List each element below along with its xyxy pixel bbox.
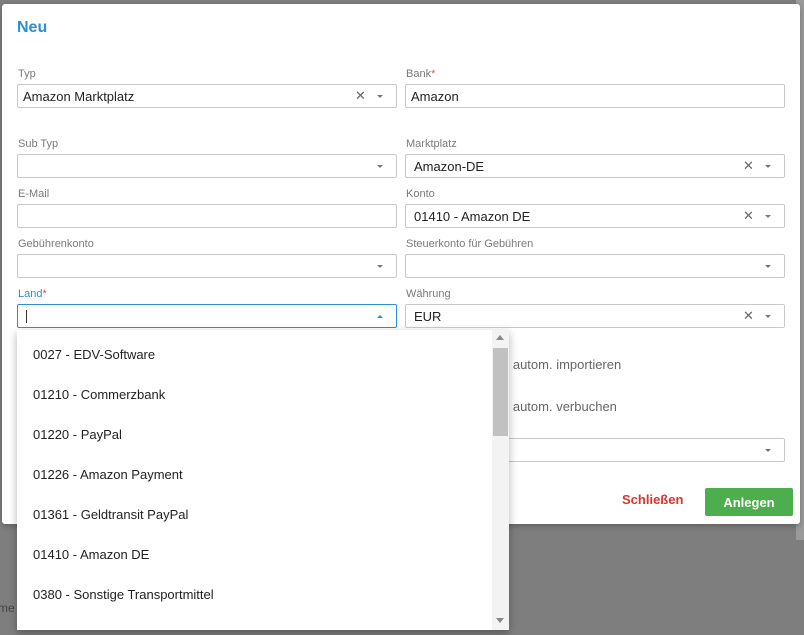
marktplatz-label: Marktplatz: [406, 138, 457, 150]
list-item[interactable]: 0380 - Sonstige Transportmittel: [33, 587, 214, 602]
required-mark: *: [42, 288, 47, 300]
waehrung-value: EUR: [414, 309, 442, 324]
dialog-title: Neu: [17, 19, 48, 36]
scroll-down-icon[interactable]: [496, 618, 504, 623]
background-text-fragment: me: [0, 601, 15, 615]
waehrung-label: Währung: [406, 288, 451, 300]
bank-label: Bank*: [406, 68, 435, 80]
typ-value: Amazon Marktplatz: [23, 89, 135, 104]
gebuehrenkonto-label: Gebührenkonto: [18, 238, 94, 250]
email-label: E-Mail: [18, 188, 49, 200]
list-item[interactable]: 01361 - Geldtransit PayPal: [33, 507, 188, 522]
close-button[interactable]: Schließen: [622, 492, 683, 507]
marktplatz-value: Amazon-DE: [414, 159, 485, 174]
auto-post-label[interactable]: n autom. verbuchen: [502, 399, 617, 414]
clear-icon[interactable]: ✕: [743, 308, 754, 324]
chevron-down-icon[interactable]: [765, 215, 771, 218]
text-cursor: [26, 310, 27, 323]
chevron-down-icon[interactable]: [377, 265, 383, 268]
clear-icon[interactable]: ✕: [743, 158, 754, 174]
chevron-down-icon[interactable]: [765, 265, 771, 268]
land-dropdown-list[interactable]: 0027 - EDV-Software 01210 - Commerzbank …: [17, 330, 509, 630]
typ-label-text: Typ: [18, 68, 36, 80]
auto-import-label[interactable]: n autom. importieren: [502, 357, 621, 372]
waehrung-label-text: Währung: [406, 288, 451, 300]
bank-label-text: Bank: [406, 68, 432, 80]
land-label: Land*: [18, 288, 47, 300]
marktplatz-select[interactable]: Amazon-DE ✕: [405, 154, 785, 178]
required-mark: *: [431, 68, 436, 80]
email-label-text: E-Mail: [18, 188, 50, 200]
steuerkonto-select[interactable]: [405, 254, 785, 278]
bank-input[interactable]: Amazon: [405, 84, 785, 108]
bank-value: Amazon: [411, 89, 459, 104]
marktplatz-label-text: Marktplatz: [406, 138, 457, 150]
konto-value: 01410 - Amazon DE: [414, 209, 531, 224]
chevron-down-icon[interactable]: [377, 165, 383, 168]
gebuehrenkonto-select[interactable]: [17, 254, 397, 278]
land-select[interactable]: [17, 304, 397, 328]
scroll-thumb[interactable]: [493, 348, 508, 436]
clear-icon[interactable]: ✕: [355, 88, 366, 104]
email-field[interactable]: [17, 204, 397, 228]
chevron-down-icon[interactable]: [765, 315, 771, 318]
land-label-text: Land: [18, 288, 43, 300]
scroll-up-icon[interactable]: [496, 335, 504, 340]
list-item[interactable]: 0027 - EDV-Software: [33, 347, 155, 362]
gebuehrenkonto-label-text: Gebührenkonto: [18, 238, 94, 250]
list-item[interactable]: 01220 - PayPal: [33, 427, 122, 442]
typ-select[interactable]: Amazon Marktplatz ✕: [17, 84, 397, 108]
waehrung-select[interactable]: EUR ✕: [405, 304, 785, 328]
konto-label: Konto: [406, 188, 435, 200]
sub-typ-label: Sub Typ: [18, 138, 58, 150]
clear-icon[interactable]: ✕: [743, 208, 754, 224]
list-item[interactable]: 01226 - Amazon Payment: [33, 467, 183, 482]
create-button[interactable]: Anlegen: [705, 488, 793, 516]
chevron-up-icon[interactable]: [377, 315, 383, 318]
chevron-down-icon[interactable]: [377, 95, 383, 98]
list-item[interactable]: 01410 - Amazon DE: [33, 547, 149, 562]
typ-label: Typ: [18, 68, 36, 80]
steuerkonto-label: Steuerkonto für Gebühren: [406, 238, 533, 250]
list-item[interactable]: 01210 - Commerzbank: [33, 387, 165, 402]
konto-select[interactable]: 01410 - Amazon DE ✕: [405, 204, 785, 228]
konto-label-text: Konto: [406, 188, 435, 200]
chevron-down-icon[interactable]: [765, 449, 771, 452]
steuerkonto-label-text: Steuerkonto für Gebühren: [406, 238, 534, 250]
sub-typ-label-text: Sub Typ: [18, 138, 59, 150]
dropdown-scrollbar[interactable]: [492, 330, 509, 630]
chevron-down-icon[interactable]: [765, 165, 771, 168]
sub-typ-select[interactable]: [17, 154, 397, 178]
